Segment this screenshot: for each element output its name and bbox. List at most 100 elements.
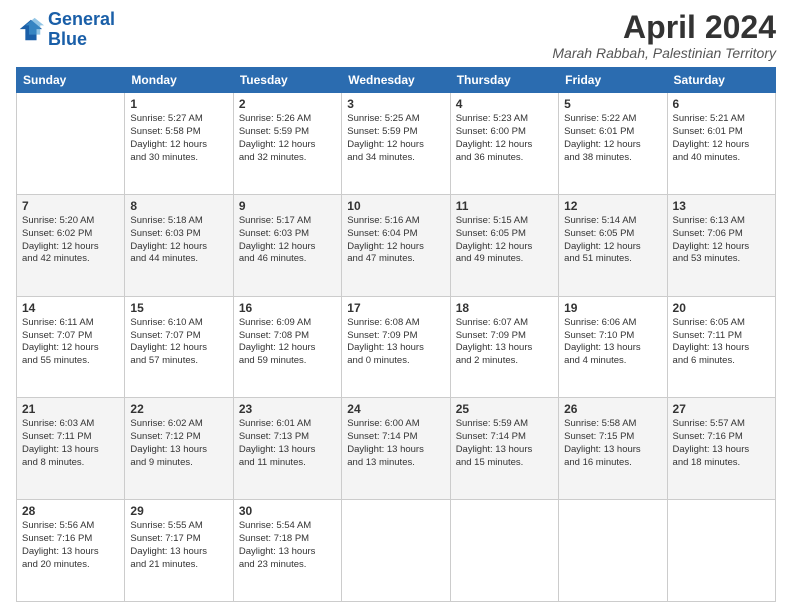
- calendar-cell: 27 Sunrise: 5:57 AM Sunset: 7:16 PM Dayli…: [667, 398, 775, 500]
- col-header-saturday: Saturday: [667, 68, 775, 93]
- calendar-cell: 18Sunrise: 6:07 AM Sunset: 7:09 PM Dayli…: [450, 296, 558, 398]
- month-title: April 2024: [552, 10, 776, 45]
- day-number: 15: [130, 301, 227, 315]
- day-number: 4: [456, 97, 553, 111]
- day-number: 17: [347, 301, 444, 315]
- calendar-cell: 15 Sunrise: 6:10 AM Sunset: 7:07 PM Dayli…: [125, 296, 233, 398]
- calendar-cell: 8Sunrise: 5:18 AM Sunset: 6:03 PM Daylig…: [125, 194, 233, 296]
- day-info: Sunrise: 5:21 AM Sunset: 6:01 PM Dayligh…: [673, 113, 770, 164]
- day-info: Sunrise: 6:13 AM Sunset: 7:06 PM Dayligh…: [673, 215, 770, 266]
- day-info: Sunrise: 6:11 AM Sunset: 7:07 PM Dayligh…: [22, 317, 119, 368]
- calendar-cell: 9Sunrise: 5:17 AM Sunset: 6:03 PM Daylig…: [233, 194, 341, 296]
- day-info: Sunrise: 5:18 AM Sunset: 6:03 PM Dayligh…: [130, 215, 227, 266]
- calendar-cell: 1Sunrise: 5:27 AM Sunset: 5:58 PM Daylig…: [125, 93, 233, 195]
- col-header-sunday: Sunday: [17, 68, 125, 93]
- header-right: April 2024 Marah Rabbah, Palestinian Ter…: [552, 10, 776, 61]
- day-number: 6: [673, 97, 770, 111]
- calendar-cell: 5 Sunrise: 5:22 AM Sunset: 6:01 PM Daylig…: [559, 93, 667, 195]
- page: General Blue April 2024 Marah Rabbah, Pa…: [0, 0, 792, 612]
- day-number: 29: [130, 504, 227, 518]
- subtitle: Marah Rabbah, Palestinian Territory: [552, 45, 776, 61]
- calendar-cell: 30 Sunrise: 5:54 AM Sunset: 7:18 PM Dayli…: [233, 500, 341, 602]
- day-info: Sunrise: 5:23 AM Sunset: 6:00 PM Dayligh…: [456, 113, 553, 164]
- day-info: Sunrise: 6:00 AM Sunset: 7:14 PM Dayligh…: [347, 418, 444, 469]
- calendar-table: SundayMondayTuesdayWednesdayThursdayFrid…: [16, 67, 776, 602]
- week-row-3: 14 Sunrise: 6:11 AM Sunset: 7:07 PM Dayli…: [17, 296, 776, 398]
- calendar-cell: 26 Sunrise: 5:58 AM Sunset: 7:15 PM Dayli…: [559, 398, 667, 500]
- day-info: Sunrise: 6:06 AM Sunset: 7:10 PM Dayligh…: [564, 317, 661, 368]
- calendar-cell: [559, 500, 667, 602]
- day-info: Sunrise: 5:59 AM Sunset: 7:14 PM Dayligh…: [456, 418, 553, 469]
- calendar-cell: 20 Sunrise: 6:05 AM Sunset: 7:11 PM Dayli…: [667, 296, 775, 398]
- calendar-cell: 2 Sunrise: 5:26 AM Sunset: 5:59 PM Daylig…: [233, 93, 341, 195]
- calendar-cell: 25Sunrise: 5:59 AM Sunset: 7:14 PM Dayli…: [450, 398, 558, 500]
- day-number: 27: [673, 402, 770, 416]
- week-row-2: 7 Sunrise: 5:20 AM Sunset: 6:02 PM Daylig…: [17, 194, 776, 296]
- day-number: 22: [130, 402, 227, 416]
- day-number: 9: [239, 199, 336, 213]
- day-info: Sunrise: 6:10 AM Sunset: 7:07 PM Dayligh…: [130, 317, 227, 368]
- calendar-cell: [17, 93, 125, 195]
- calendar-cell: 19 Sunrise: 6:06 AM Sunset: 7:10 PM Dayli…: [559, 296, 667, 398]
- calendar-cell: 7 Sunrise: 5:20 AM Sunset: 6:02 PM Daylig…: [17, 194, 125, 296]
- day-number: 14: [22, 301, 119, 315]
- day-info: Sunrise: 5:58 AM Sunset: 7:15 PM Dayligh…: [564, 418, 661, 469]
- day-info: Sunrise: 5:56 AM Sunset: 7:16 PM Dayligh…: [22, 520, 119, 571]
- day-number: 21: [22, 402, 119, 416]
- calendar-cell: [450, 500, 558, 602]
- day-number: 7: [22, 199, 119, 213]
- logo-text: General Blue: [48, 10, 115, 50]
- day-number: 12: [564, 199, 661, 213]
- day-number: 5: [564, 97, 661, 111]
- col-header-tuesday: Tuesday: [233, 68, 341, 93]
- day-number: 2: [239, 97, 336, 111]
- logo: General Blue: [16, 10, 115, 50]
- day-info: Sunrise: 5:55 AM Sunset: 7:17 PM Dayligh…: [130, 520, 227, 571]
- day-info: Sunrise: 5:20 AM Sunset: 6:02 PM Dayligh…: [22, 215, 119, 266]
- calendar-cell: [342, 500, 450, 602]
- day-info: Sunrise: 6:01 AM Sunset: 7:13 PM Dayligh…: [239, 418, 336, 469]
- calendar-cell: 22 Sunrise: 6:02 AM Sunset: 7:12 PM Dayli…: [125, 398, 233, 500]
- calendar-cell: 12Sunrise: 5:14 AM Sunset: 6:05 PM Dayli…: [559, 194, 667, 296]
- calendar-cell: 24 Sunrise: 6:00 AM Sunset: 7:14 PM Dayli…: [342, 398, 450, 500]
- calendar-cell: 11Sunrise: 5:15 AM Sunset: 6:05 PM Dayli…: [450, 194, 558, 296]
- col-header-monday: Monday: [125, 68, 233, 93]
- day-number: 19: [564, 301, 661, 315]
- week-row-1: 1Sunrise: 5:27 AM Sunset: 5:58 PM Daylig…: [17, 93, 776, 195]
- day-number: 24: [347, 402, 444, 416]
- day-info: Sunrise: 5:57 AM Sunset: 7:16 PM Dayligh…: [673, 418, 770, 469]
- day-number: 30: [239, 504, 336, 518]
- calendar-cell: 6 Sunrise: 5:21 AM Sunset: 6:01 PM Daylig…: [667, 93, 775, 195]
- day-number: 28: [22, 504, 119, 518]
- day-info: Sunrise: 5:22 AM Sunset: 6:01 PM Dayligh…: [564, 113, 661, 164]
- day-info: Sunrise: 5:25 AM Sunset: 5:59 PM Dayligh…: [347, 113, 444, 164]
- calendar-header-row: SundayMondayTuesdayWednesdayThursdayFrid…: [17, 68, 776, 93]
- header: General Blue April 2024 Marah Rabbah, Pa…: [16, 10, 776, 61]
- day-info: Sunrise: 6:09 AM Sunset: 7:08 PM Dayligh…: [239, 317, 336, 368]
- week-row-5: 28 Sunrise: 5:56 AM Sunset: 7:16 PM Dayli…: [17, 500, 776, 602]
- day-info: Sunrise: 5:54 AM Sunset: 7:18 PM Dayligh…: [239, 520, 336, 571]
- calendar-cell: 13 Sunrise: 6:13 AM Sunset: 7:06 PM Dayli…: [667, 194, 775, 296]
- logo-blue: Blue: [48, 29, 87, 49]
- logo-icon: [16, 16, 44, 44]
- day-number: 23: [239, 402, 336, 416]
- day-info: Sunrise: 5:16 AM Sunset: 6:04 PM Dayligh…: [347, 215, 444, 266]
- calendar-cell: 23 Sunrise: 6:01 AM Sunset: 7:13 PM Dayli…: [233, 398, 341, 500]
- day-number: 20: [673, 301, 770, 315]
- day-info: Sunrise: 5:27 AM Sunset: 5:58 PM Dayligh…: [130, 113, 227, 164]
- day-info: Sunrise: 5:26 AM Sunset: 5:59 PM Dayligh…: [239, 113, 336, 164]
- calendar-cell: 4 Sunrise: 5:23 AM Sunset: 6:00 PM Daylig…: [450, 93, 558, 195]
- day-info: Sunrise: 6:03 AM Sunset: 7:11 PM Dayligh…: [22, 418, 119, 469]
- day-info: Sunrise: 6:02 AM Sunset: 7:12 PM Dayligh…: [130, 418, 227, 469]
- day-number: 13: [673, 199, 770, 213]
- calendar-cell: [667, 500, 775, 602]
- calendar-cell: 3Sunrise: 5:25 AM Sunset: 5:59 PM Daylig…: [342, 93, 450, 195]
- col-header-wednesday: Wednesday: [342, 68, 450, 93]
- day-info: Sunrise: 6:05 AM Sunset: 7:11 PM Dayligh…: [673, 317, 770, 368]
- col-header-friday: Friday: [559, 68, 667, 93]
- day-info: Sunrise: 6:08 AM Sunset: 7:09 PM Dayligh…: [347, 317, 444, 368]
- day-number: 26: [564, 402, 661, 416]
- day-info: Sunrise: 5:15 AM Sunset: 6:05 PM Dayligh…: [456, 215, 553, 266]
- logo-general: General: [48, 9, 115, 29]
- calendar-cell: 14 Sunrise: 6:11 AM Sunset: 7:07 PM Dayli…: [17, 296, 125, 398]
